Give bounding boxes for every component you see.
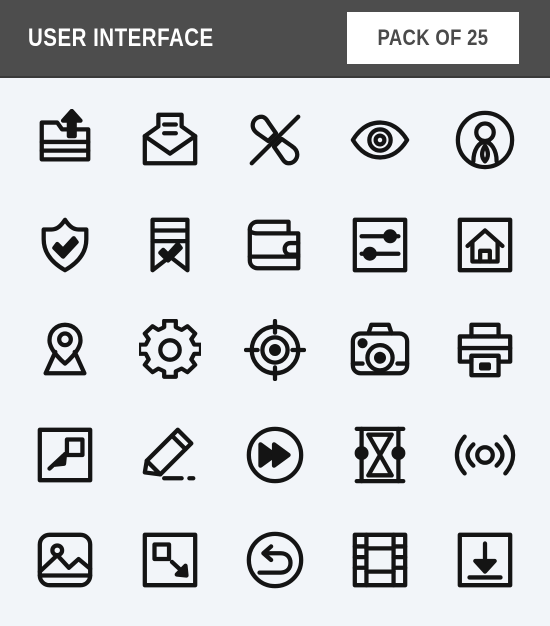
icon-cell-minimize-arrow[interactable] xyxy=(12,402,117,507)
page-title: USER INTERFACE xyxy=(28,23,214,52)
icon-cell-printer[interactable] xyxy=(433,298,538,403)
icon-cell-phone-off[interactable] xyxy=(222,88,327,193)
icon-cell-mail-open[interactable] xyxy=(117,88,222,193)
pencil-edit-icon xyxy=(142,427,196,481)
icon-cell-user-circle[interactable] xyxy=(433,88,538,193)
wallet-icon xyxy=(247,219,301,271)
icon-cell-eye[interactable] xyxy=(328,88,433,193)
wireless-signal-icon xyxy=(455,434,516,476)
shield-check-icon xyxy=(41,217,89,273)
bookmark-check-icon xyxy=(150,217,190,273)
map-pin-location-icon xyxy=(43,322,87,376)
icon-cell-target[interactable] xyxy=(222,298,327,403)
target-icon xyxy=(243,318,306,381)
hourglass-icon xyxy=(354,426,406,484)
fast-forward-circle-icon xyxy=(246,426,304,484)
icon-cell-bookmark-check[interactable] xyxy=(117,193,222,298)
icon-cell-folder-upload[interactable] xyxy=(12,88,117,193)
icon-cell-wireless-signal[interactable] xyxy=(433,402,538,507)
gear-icon xyxy=(138,318,201,379)
icon-cell-pencil-edit[interactable] xyxy=(117,402,222,507)
icon-cell-camera[interactable] xyxy=(328,298,433,403)
pack-count-label: PACK OF 25 xyxy=(377,25,489,50)
undo-circle-icon xyxy=(246,531,304,588)
icon-cell-film-strip[interactable] xyxy=(328,507,433,612)
icon-cell-gear[interactable] xyxy=(117,298,222,403)
printer-icon xyxy=(458,322,513,378)
icon-cell-download-square[interactable] xyxy=(433,507,538,612)
icon-cell-expand-arrow[interactable] xyxy=(117,507,222,612)
icon-cell-shield-check[interactable] xyxy=(12,193,117,298)
icon-cell-home-square[interactable] xyxy=(433,193,538,298)
user-circle-icon xyxy=(456,111,515,170)
image-photo-icon xyxy=(37,532,92,587)
icon-cell-undo-circle[interactable] xyxy=(222,507,327,612)
icon-cell-fast-forward-circle[interactable] xyxy=(222,402,327,507)
icon-cell-map-pin-location[interactable] xyxy=(12,298,117,403)
mail-open-document-icon xyxy=(142,113,198,166)
settings-sliders-icon xyxy=(352,217,408,273)
pack-count-badge: PACK OF 25 xyxy=(347,12,519,64)
download-square-icon xyxy=(458,532,513,587)
icon-cell-wallet[interactable] xyxy=(222,193,327,298)
icon-grid xyxy=(0,78,550,626)
phone-off-icon xyxy=(249,115,301,166)
icon-cell-image-photo[interactable] xyxy=(12,507,117,612)
film-strip-icon xyxy=(352,532,408,587)
expand-arrow-icon xyxy=(142,532,198,587)
eye-icon xyxy=(350,120,410,160)
header-bar: USER INTERFACE PACK OF 25 xyxy=(0,0,550,78)
icon-cell-settings-sliders[interactable] xyxy=(328,193,433,298)
icon-cell-hourglass[interactable] xyxy=(328,402,433,507)
home-square-icon xyxy=(458,217,513,273)
camera-icon xyxy=(350,322,410,376)
minimize-arrow-icon xyxy=(37,427,92,483)
folder-upload-icon xyxy=(39,109,90,162)
icon-pack-page: USER INTERFACE PACK OF 25 xyxy=(0,0,550,626)
